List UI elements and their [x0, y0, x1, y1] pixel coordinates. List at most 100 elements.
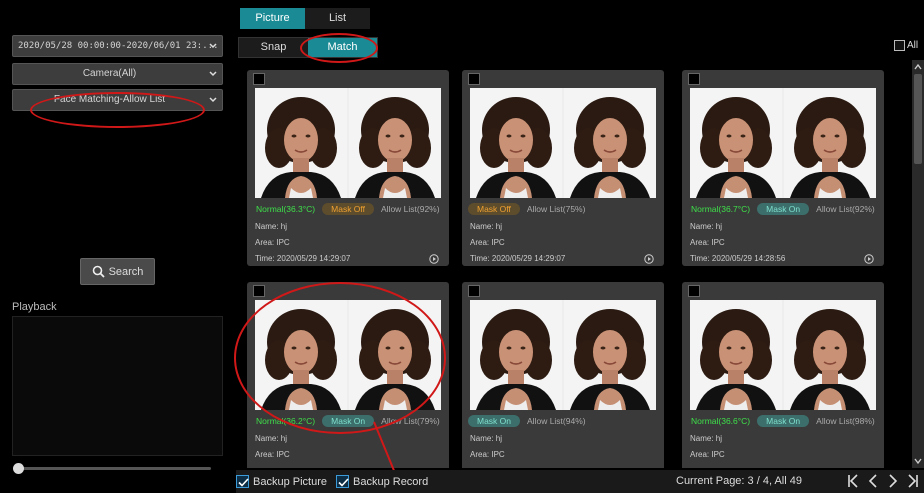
- view-tabs: Picture List: [240, 8, 370, 29]
- card-checkbox[interactable]: [253, 285, 265, 297]
- prev-page-icon[interactable]: [866, 472, 880, 490]
- face-match-images: [255, 88, 441, 198]
- card-area: Area: IPC: [470, 238, 505, 247]
- check-icon: [238, 478, 249, 487]
- backup-picture-checkbox[interactable]: Backup Picture: [236, 475, 327, 488]
- check-icon: [338, 478, 349, 487]
- filter-panel: 2020/05/28 00:00:00-2020/06/01 23:... Ca…: [0, 0, 232, 493]
- card-tags: Normal(36.6°C) Mask On Allow List(98%): [688, 415, 878, 427]
- face-images: [690, 88, 876, 198]
- page-info: Current Page: 3 / 4, All 49: [676, 475, 802, 487]
- time-range-select[interactable]: 2020/05/28 00:00:00-2020/06/01 23:...: [12, 35, 223, 57]
- status-badge: Mask Off: [468, 203, 520, 215]
- status-badge: Mask On: [757, 203, 810, 215]
- backup-picture-label: Backup Picture: [253, 475, 327, 488]
- slider-knob[interactable]: [13, 463, 24, 474]
- search-icon: [92, 265, 105, 278]
- face-images: [470, 300, 656, 410]
- playback-label: Playback: [12, 301, 57, 313]
- card-area: Area: IPC: [255, 238, 290, 247]
- status-badge: Allow List(94%): [527, 416, 586, 426]
- card-checkbox[interactable]: [468, 73, 480, 85]
- card-area: Area: IPC: [690, 450, 725, 459]
- chevron-down-icon: [209, 97, 217, 103]
- vertical-scrollbar[interactable]: [912, 60, 924, 468]
- card-checkbox[interactable]: [688, 73, 700, 85]
- face-images: [255, 300, 441, 410]
- search-label: Search: [108, 265, 144, 278]
- card-area: Area: IPC: [470, 450, 505, 459]
- checkbox[interactable]: [894, 40, 905, 51]
- face-images: [255, 88, 441, 198]
- event-type-value: Face Matching-Allow List: [53, 94, 166, 105]
- chevron-down-icon: [209, 43, 217, 49]
- card-tags: Normal(36.7°C) Mask On Allow List(92%): [688, 203, 878, 215]
- result-card[interactable]: Normal(36.3°C) Mask Off Allow List(92%) Nam…: [247, 70, 449, 266]
- face-match-images: [255, 300, 441, 410]
- face-match-images: [470, 300, 656, 410]
- face-match-images: [470, 88, 656, 198]
- scroll-thumb[interactable]: [914, 74, 922, 164]
- camera-select[interactable]: Camera(All): [12, 63, 223, 85]
- card-name: Name: hj: [690, 434, 723, 443]
- select-all-checkbox[interactable]: All: [894, 40, 918, 51]
- first-page-icon[interactable]: [846, 472, 860, 490]
- mode-tabs: Snap Match: [238, 37, 378, 58]
- card-name: Name: hj: [470, 222, 503, 231]
- scroll-down-icon[interactable]: [912, 456, 924, 466]
- next-page-icon[interactable]: [886, 472, 900, 490]
- status-badge: Normal(36.2°C): [256, 416, 316, 426]
- last-page-icon[interactable]: [906, 472, 920, 490]
- card-checkbox[interactable]: [253, 73, 265, 85]
- card-checkbox[interactable]: [688, 285, 700, 297]
- card-area: Area: IPC: [690, 238, 725, 247]
- tab-snap[interactable]: Snap: [239, 38, 308, 57]
- bottom-bar: Backup Picture Backup Record Current Pag…: [236, 470, 924, 493]
- status-badge: Mask On: [322, 415, 375, 427]
- status-badge: Allow List(98%): [816, 416, 875, 426]
- card-tags: Mask On Allow List(94%): [468, 415, 589, 427]
- card-time: Time: 2020/05/29 14:28:56: [690, 254, 786, 263]
- checkbox[interactable]: [236, 475, 249, 488]
- card-name: Name: hj: [255, 222, 288, 231]
- tab-match[interactable]: Match: [308, 38, 377, 57]
- status-badge: Normal(36.6°C): [691, 416, 751, 426]
- card-checkbox[interactable]: [468, 285, 480, 297]
- result-card[interactable]: Normal(36.2°C) Mask On Allow List(79%) Name…: [247, 282, 449, 468]
- play-icon[interactable]: [429, 254, 439, 264]
- chevron-down-icon: [209, 71, 217, 77]
- card-area: Area: IPC: [255, 450, 290, 459]
- backup-record-checkbox[interactable]: Backup Record: [336, 475, 428, 488]
- face-images: [470, 88, 656, 198]
- status-badge: Allow List(92%): [381, 204, 440, 214]
- result-card[interactable]: Normal(36.6°C) Mask On Allow List(98%) Name…: [682, 282, 884, 468]
- card-name: Name: hj: [255, 434, 288, 443]
- status-badge: Allow List(92%): [816, 204, 875, 214]
- playback-window: [12, 316, 223, 456]
- card-time: Time: 2020/05/29 14:29:07: [255, 254, 351, 263]
- play-icon[interactable]: [644, 254, 654, 264]
- status-badge: Normal(36.7°C): [691, 204, 751, 214]
- status-badge: Mask On: [468, 415, 521, 427]
- backup-record-label: Backup Record: [353, 475, 429, 488]
- slider-track: [17, 467, 211, 470]
- event-type-select[interactable]: Face Matching-Allow List: [12, 89, 223, 111]
- checkbox[interactable]: [336, 475, 349, 488]
- scroll-up-icon[interactable]: [912, 62, 924, 72]
- tab-list[interactable]: List: [305, 8, 370, 29]
- result-card[interactable]: Mask On Allow List(94%) Name: hj Area: IPC: [462, 282, 664, 468]
- card-tags: Normal(36.2°C) Mask On Allow List(79%): [253, 415, 443, 427]
- status-badge: Allow List(75%): [526, 204, 586, 214]
- status-badge: Normal(36.3°C): [256, 204, 316, 214]
- result-card[interactable]: Normal(36.7°C) Mask On Allow List(92%) Name…: [682, 70, 884, 266]
- playback-slider[interactable]: [13, 463, 211, 475]
- result-grid: Normal(36.3°C) Mask Off Allow List(92%) Nam…: [236, 60, 910, 468]
- search-button[interactable]: Search: [80, 258, 155, 285]
- play-icon[interactable]: [864, 254, 874, 264]
- card-tags: Normal(36.3°C) Mask Off Allow List(92%): [253, 203, 443, 215]
- result-card[interactable]: Mask Off Allow List(75%) Name: hj Area: IPC…: [462, 70, 664, 266]
- tab-picture[interactable]: Picture: [240, 8, 305, 29]
- camera-value: Camera(All): [82, 68, 137, 79]
- card-time: Time: 2020/05/29 14:29:07: [470, 254, 566, 263]
- status-badge: Mask On: [757, 415, 810, 427]
